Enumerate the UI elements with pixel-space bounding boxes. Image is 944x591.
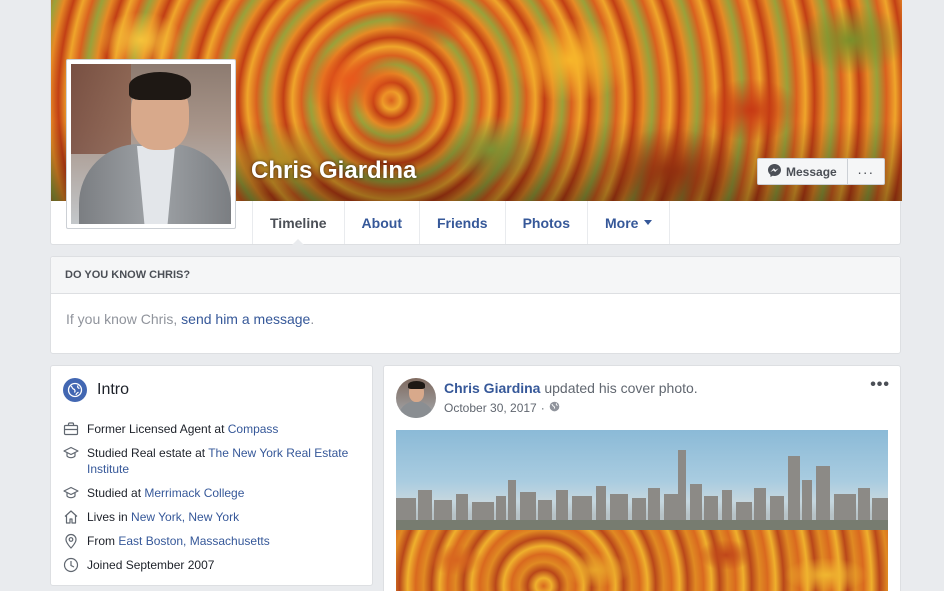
profile-actions: Message ··· — [757, 158, 885, 185]
profile-more-button[interactable]: ··· — [847, 158, 885, 185]
intro-item-joined-text: Joined September 2007 — [87, 558, 215, 572]
globe-icon — [63, 378, 87, 402]
tab-more[interactable]: More — [588, 201, 671, 244]
post-author-link[interactable]: Chris Giardina — [444, 380, 540, 396]
intro-item-education-2-text: Studied at — [87, 486, 145, 500]
do-you-know-heading: DO YOU KNOW CHRIS? — [51, 257, 900, 294]
tab-timeline[interactable]: Timeline — [252, 201, 345, 245]
intro-item-work: Former Licensed Agent at Compass — [63, 421, 362, 437]
home-icon — [63, 509, 79, 525]
briefcase-icon — [63, 421, 79, 437]
intro-item-education-1: Studied Real estate at The New York Real… — [63, 445, 362, 477]
tab-about[interactable]: About — [345, 201, 420, 244]
message-button-label: Message — [786, 164, 837, 179]
tab-more-label: More — [605, 214, 639, 231]
profile-picture-image — [71, 64, 231, 224]
intro-header: Intro — [63, 378, 129, 402]
intro-item-education-1-text: Studied Real estate at — [87, 446, 209, 460]
intro-item-from-text: From — [87, 534, 119, 548]
tab-friends[interactable]: Friends — [420, 201, 506, 244]
caret-down-icon — [644, 220, 653, 225]
send-message-link[interactable]: send him a message — [181, 311, 310, 327]
intro-item-work-text: Former Licensed Agent at — [87, 422, 228, 436]
autumn-trees-image — [396, 530, 888, 591]
intro-item-education-2: Studied at Merrimack College — [63, 485, 362, 501]
intro-item-education-2-link[interactable]: Merrimack College — [144, 486, 244, 500]
city-skyline-image — [396, 450, 888, 530]
profile-tabs: Timeline About Friends Photos More — [252, 201, 671, 245]
clock-icon — [63, 557, 79, 573]
intro-item-lives: Lives in New York, New York — [63, 509, 362, 525]
intro-card: Intro Former Licensed Agent at Compass S… — [50, 365, 373, 586]
graduation-cap-icon — [63, 485, 79, 501]
intro-item-from-link[interactable]: East Boston, Massachusetts — [118, 534, 269, 548]
tab-about-label: About — [361, 214, 402, 231]
tab-photos[interactable]: Photos — [506, 201, 589, 244]
graduation-cap-icon — [63, 445, 79, 461]
post-action-text: updated his cover photo. — [540, 380, 698, 396]
intro-item-joined: Joined September 2007 — [63, 557, 362, 573]
tab-photos-label: Photos — [522, 214, 571, 231]
post-card: Chris Giardina updated his cover photo. … — [383, 365, 901, 591]
intro-item-lives-text: Lives in — [87, 510, 132, 524]
public-globe-icon[interactable] — [549, 401, 560, 415]
do-you-know-card: DO YOU KNOW CHRIS? If you know Chris, se… — [50, 256, 901, 354]
message-button[interactable]: Message — [757, 158, 848, 185]
intro-item-work-link[interactable]: Compass — [228, 422, 279, 436]
location-pin-icon — [63, 533, 79, 549]
do-you-know-suffix: . — [310, 311, 315, 327]
post-meta-separator: · — [540, 401, 545, 415]
profile-picture[interactable] — [66, 59, 236, 229]
post-options-button[interactable]: ••• — [870, 376, 890, 394]
post-author-avatar[interactable] — [396, 378, 436, 418]
messenger-icon — [768, 163, 781, 180]
post-meta: October 30, 2017 · — [444, 401, 560, 415]
profile-header: Chris Giardina Message ··· Timeline Abou… — [50, 0, 902, 245]
intro-item-lives-link[interactable]: New York, New York — [131, 510, 239, 524]
do-you-know-text: If you know Chris, send him a message. — [51, 294, 900, 327]
do-you-know-prefix: If you know Chris, — [66, 311, 182, 327]
tab-timeline-label: Timeline — [270, 214, 327, 231]
post-header: Chris Giardina updated his cover photo. — [444, 380, 698, 396]
intro-item-from: From East Boston, Massachusetts — [63, 533, 362, 549]
more-dots-icon: ··· — [857, 163, 875, 180]
tab-friends-label: Friends — [436, 214, 488, 231]
profile-name[interactable]: Chris Giardina — [251, 157, 416, 185]
post-timestamp[interactable]: October 30, 2017 — [444, 401, 537, 415]
intro-title: Intro — [97, 381, 130, 398]
post-cover-photo[interactable] — [396, 430, 888, 591]
intro-list: Former Licensed Agent at Compass Studied… — [63, 421, 362, 581]
